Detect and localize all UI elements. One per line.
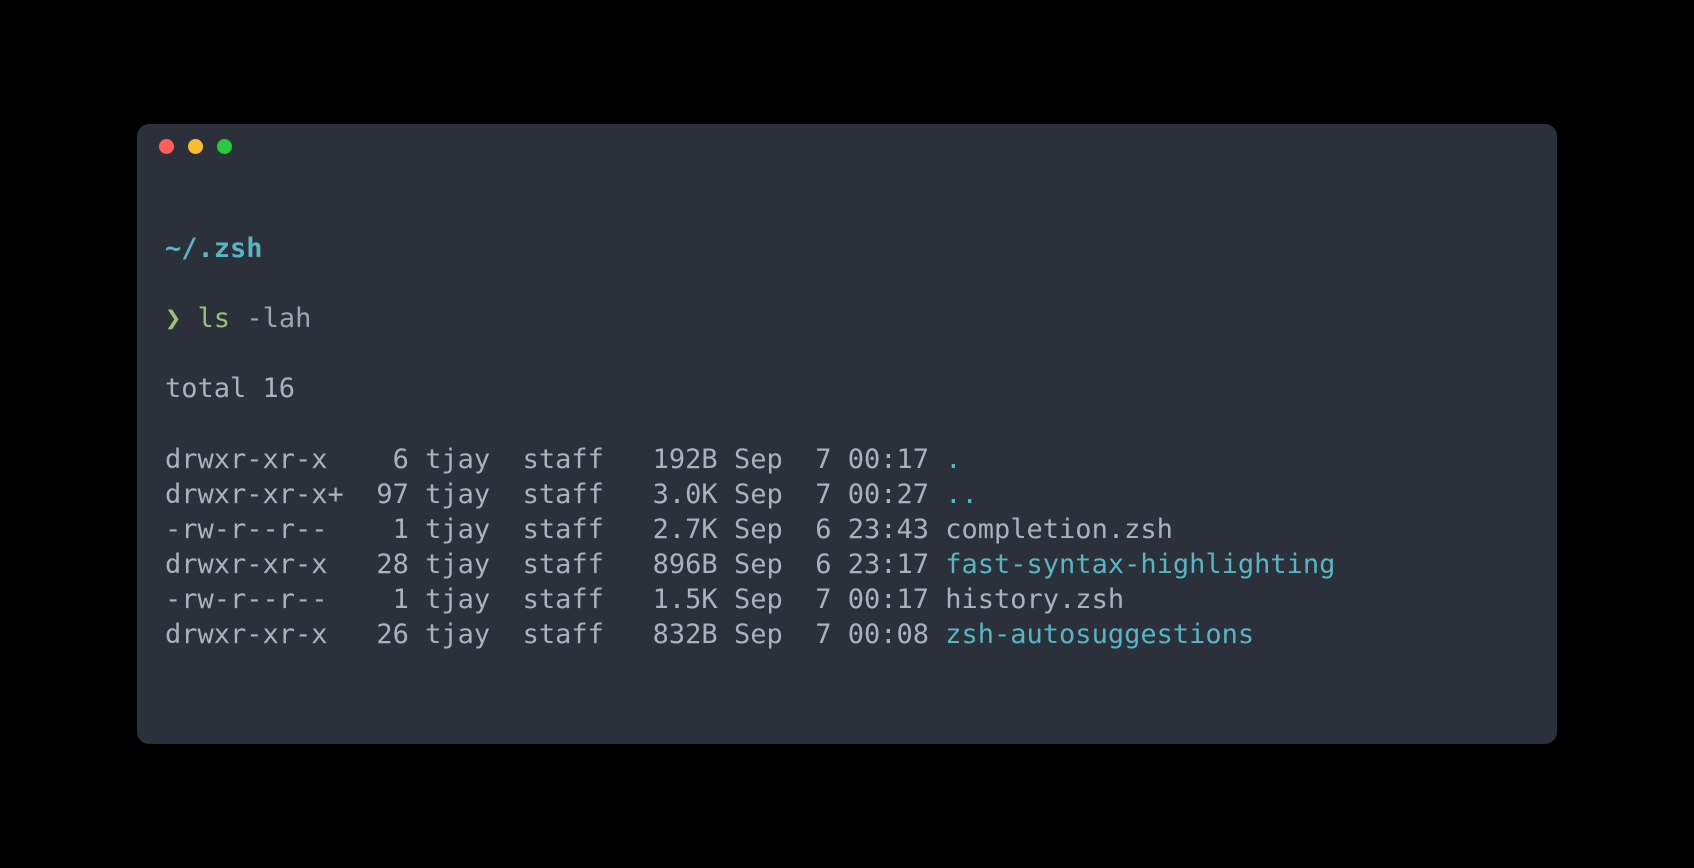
ls-row: drwxr-xr-x 6 tjay staff 192B Sep 7 00:17…	[165, 442, 1529, 477]
command-args: -lah	[246, 303, 311, 334]
zoom-icon[interactable]	[217, 139, 232, 154]
ls-row: drwxr-xr-x+ 97 tjay staff 3.0K Sep 7 00:…	[165, 477, 1529, 512]
ls-row-meta: drwxr-xr-x 6 tjay staff 192B Sep 7 00:17	[165, 444, 945, 475]
output-total: total 16	[165, 371, 1529, 406]
ls-row: -rw-r--r-- 1 tjay staff 1.5K Sep 7 00:17…	[165, 582, 1529, 617]
ls-row: -rw-r--r-- 1 tjay staff 2.7K Sep 6 23:43…	[165, 512, 1529, 547]
file-name: completion.zsh	[945, 514, 1173, 545]
ls-row-meta: drwxr-xr-x 28 tjay staff 896B Sep 6 23:1…	[165, 549, 945, 580]
directory-name: fast-syntax-highlighting	[945, 549, 1335, 580]
minimize-icon[interactable]	[188, 139, 203, 154]
file-name: history.zsh	[945, 584, 1124, 615]
prompt-char: ❯	[165, 303, 181, 334]
ls-row-meta: -rw-r--r-- 1 tjay staff 2.7K Sep 6 23:43	[165, 514, 945, 545]
terminal-body[interactable]: ~/.zsh ❯ ls -lah total 16 drwxr-xr-x 6 t…	[137, 168, 1557, 744]
directory-name: zsh-autosuggestions	[945, 619, 1254, 650]
ls-row-meta: -rw-r--r-- 1 tjay staff 1.5K Sep 7 00:17	[165, 584, 945, 615]
ls-row: drwxr-xr-x 28 tjay staff 896B Sep 6 23:1…	[165, 547, 1529, 582]
cwd-path: ~/.zsh	[165, 233, 263, 264]
ls-row-meta: drwxr-xr-x 26 tjay staff 832B Sep 7 00:0…	[165, 619, 945, 650]
directory-name: .	[945, 444, 961, 475]
titlebar	[137, 124, 1557, 168]
ls-row: drwxr-xr-x 26 tjay staff 832B Sep 7 00:0…	[165, 617, 1529, 652]
command-name: ls	[198, 303, 231, 334]
directory-name: ..	[945, 479, 978, 510]
close-icon[interactable]	[159, 139, 174, 154]
ls-output: drwxr-xr-x 6 tjay staff 192B Sep 7 00:17…	[165, 442, 1529, 653]
ls-row-meta: drwxr-xr-x+ 97 tjay staff 3.0K Sep 7 00:…	[165, 479, 945, 510]
terminal-window[interactable]: ~/.zsh ❯ ls -lah total 16 drwxr-xr-x 6 t…	[137, 124, 1557, 744]
prompt-path-line: ~/.zsh	[165, 231, 1529, 266]
command-line: ❯ ls -lah	[165, 301, 1529, 336]
